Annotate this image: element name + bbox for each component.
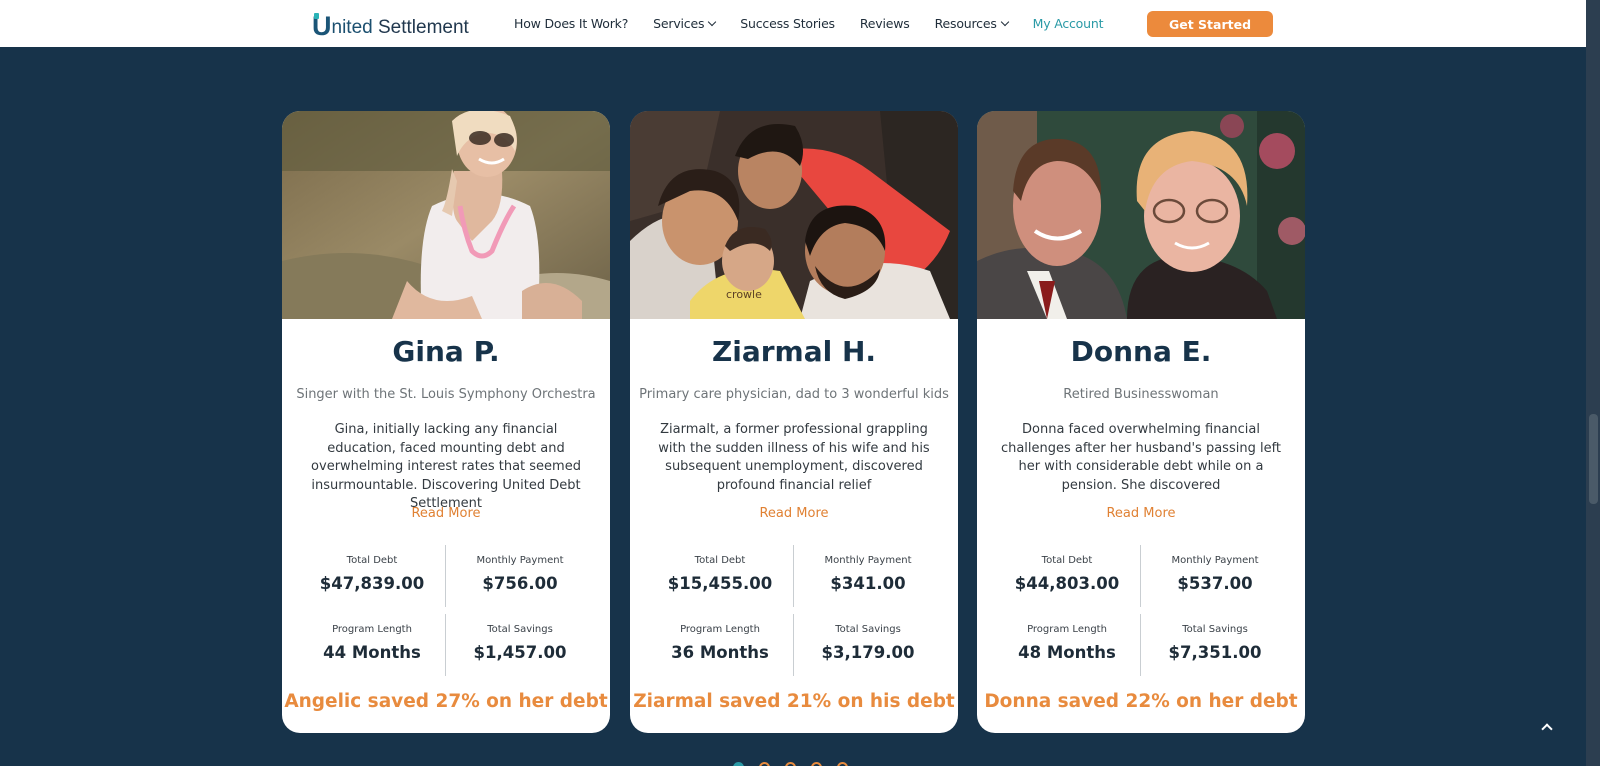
program-length-stat: Program Length 48 Months bbox=[992, 624, 1142, 662]
program-length-stat: Program Length 44 Months bbox=[297, 624, 447, 662]
nav-how-it-works-label: How Does It Work? bbox=[514, 16, 629, 31]
stat-value: 36 Months bbox=[671, 643, 769, 662]
read-more-link[interactable]: Read More bbox=[282, 506, 610, 521]
read-more-link[interactable]: Read More bbox=[977, 506, 1305, 521]
carousel-dot[interactable] bbox=[733, 762, 744, 766]
monthly-payment-stat: Monthly Payment $756.00 bbox=[445, 555, 595, 593]
chevron-up-icon bbox=[1541, 723, 1553, 735]
stat-label: Total Savings bbox=[835, 624, 901, 635]
stat-label: Total Savings bbox=[1182, 624, 1248, 635]
carousel-dot[interactable] bbox=[759, 762, 770, 766]
stat-value: $341.00 bbox=[830, 574, 906, 593]
stat-value: $3,179.00 bbox=[821, 643, 915, 662]
chevron-down-icon bbox=[1000, 17, 1009, 27]
logo-part-2: Settlement bbox=[377, 17, 469, 38]
nav-reviews[interactable]: Reviews bbox=[860, 16, 910, 31]
read-more-link[interactable]: Read More bbox=[630, 506, 958, 521]
testimonial-name: Gina P. bbox=[392, 335, 500, 368]
logo-initial: U bbox=[312, 11, 332, 41]
stat-label: Program Length bbox=[680, 624, 760, 635]
carousel-dot[interactable] bbox=[785, 762, 796, 766]
stat-label: Total Debt bbox=[1041, 555, 1093, 566]
stat-label: Monthly Payment bbox=[476, 555, 564, 566]
testimonial-photo bbox=[977, 111, 1305, 319]
nav-services[interactable]: Services bbox=[653, 16, 717, 31]
total-debt-stat: Total Debt $47,839.00 bbox=[297, 555, 447, 593]
carousel-dots bbox=[733, 762, 863, 766]
stat-value: 48 Months bbox=[1018, 643, 1116, 662]
main-nav: How Does It Work? Services Success Stori… bbox=[514, 0, 1128, 47]
svg-text:crowle: crowle bbox=[726, 288, 762, 301]
testimonial-card: crowle Ziarmal H. Primary care physician… bbox=[630, 111, 958, 733]
total-savings-stat: Total Savings $1,457.00 bbox=[445, 624, 595, 662]
carousel-dot[interactable] bbox=[837, 762, 848, 766]
logo-wordmark: nited Settlement bbox=[332, 18, 469, 38]
testimonial-photo bbox=[282, 111, 610, 319]
monthly-payment-stat: Monthly Payment $341.00 bbox=[793, 555, 943, 593]
total-debt-stat: Total Debt $15,455.00 bbox=[645, 555, 795, 593]
nav-resources[interactable]: Resources bbox=[934, 16, 1009, 31]
stat-value: $47,839.00 bbox=[319, 574, 425, 593]
scrollbar-thumb[interactable] bbox=[1589, 414, 1598, 504]
nav-my-account-label: My Account bbox=[1032, 16, 1104, 31]
program-length-stat: Program Length 36 Months bbox=[645, 624, 795, 662]
nav-how-it-works[interactable]: How Does It Work? bbox=[514, 16, 628, 31]
testimonial-card: Gina P. Singer with the St. Louis Sympho… bbox=[282, 111, 610, 733]
stat-label: Monthly Payment bbox=[1171, 555, 1259, 566]
testimonial-role: Primary care physician, dad to 3 wonderf… bbox=[639, 387, 949, 402]
testimonial-photo: crowle bbox=[630, 111, 958, 319]
nav-success-stories[interactable]: Success Stories bbox=[740, 16, 835, 31]
testimonial-excerpt: Donna faced overwhelming financial chall… bbox=[1000, 422, 1282, 493]
testimonial-role: Retired Businesswoman bbox=[1063, 387, 1219, 402]
savings-headline: Donna saved 22% on her debt bbox=[984, 691, 1298, 712]
chevron-down-icon bbox=[708, 17, 717, 27]
savings-headline: Angelic saved 27% on her debt bbox=[284, 691, 608, 712]
stat-label: Program Length bbox=[1027, 624, 1107, 635]
testimonial-name: Ziarmal H. bbox=[711, 335, 877, 368]
nav-my-account[interactable]: My Account bbox=[1033, 16, 1104, 31]
testimonial-role: Singer with the St. Louis Symphony Orche… bbox=[296, 387, 596, 402]
stat-label: Monthly Payment bbox=[824, 555, 912, 566]
logo-part-1: nited bbox=[331, 17, 373, 38]
stat-value: $756.00 bbox=[482, 574, 558, 593]
stat-label: Total Debt bbox=[346, 555, 398, 566]
monthly-payment-stat: Monthly Payment $537.00 bbox=[1140, 555, 1290, 593]
stat-label: Total Savings bbox=[487, 624, 553, 635]
nav-resources-label: Resources bbox=[934, 16, 997, 31]
savings-headline: Ziarmal saved 21% on his debt bbox=[633, 691, 955, 712]
stat-value: $1,457.00 bbox=[473, 643, 567, 662]
scrollbar-track[interactable] bbox=[1586, 0, 1600, 766]
total-savings-stat: Total Savings $7,351.00 bbox=[1140, 624, 1290, 662]
nav-reviews-label: Reviews bbox=[859, 16, 910, 31]
back-to-top-button[interactable] bbox=[1538, 720, 1558, 736]
stat-value: $7,351.00 bbox=[1168, 643, 1262, 662]
stat-value: $44,803.00 bbox=[1014, 574, 1120, 593]
get-started-button[interactable]: Get Started bbox=[1147, 11, 1273, 37]
testimonial-excerpt: Ziarmalt, a former professional grapplin… bbox=[658, 422, 930, 493]
stat-label: Total Debt bbox=[694, 555, 746, 566]
site-header: U nited Settlement How Does It Work? Ser… bbox=[0, 0, 1586, 47]
stat-value: $15,455.00 bbox=[667, 574, 773, 593]
nav-success-stories-label: Success Stories bbox=[740, 16, 835, 31]
carousel-dot[interactable] bbox=[811, 762, 822, 766]
testimonial-name: Donna E. bbox=[1070, 335, 1212, 368]
testimonial-card: Donna E. Retired Businesswoman Donna fac… bbox=[977, 111, 1305, 733]
stat-value: $537.00 bbox=[1177, 574, 1253, 593]
total-savings-stat: Total Savings $3,179.00 bbox=[793, 624, 943, 662]
stat-label: Program Length bbox=[332, 624, 412, 635]
united-settlement-logo[interactable]: U nited Settlement bbox=[312, 11, 469, 41]
stat-value: 44 Months bbox=[323, 643, 421, 662]
total-debt-stat: Total Debt $44,803.00 bbox=[992, 555, 1142, 593]
nav-services-label: Services bbox=[653, 16, 705, 31]
testimonial-excerpt: Gina, initially lacking any financial ed… bbox=[311, 422, 581, 511]
